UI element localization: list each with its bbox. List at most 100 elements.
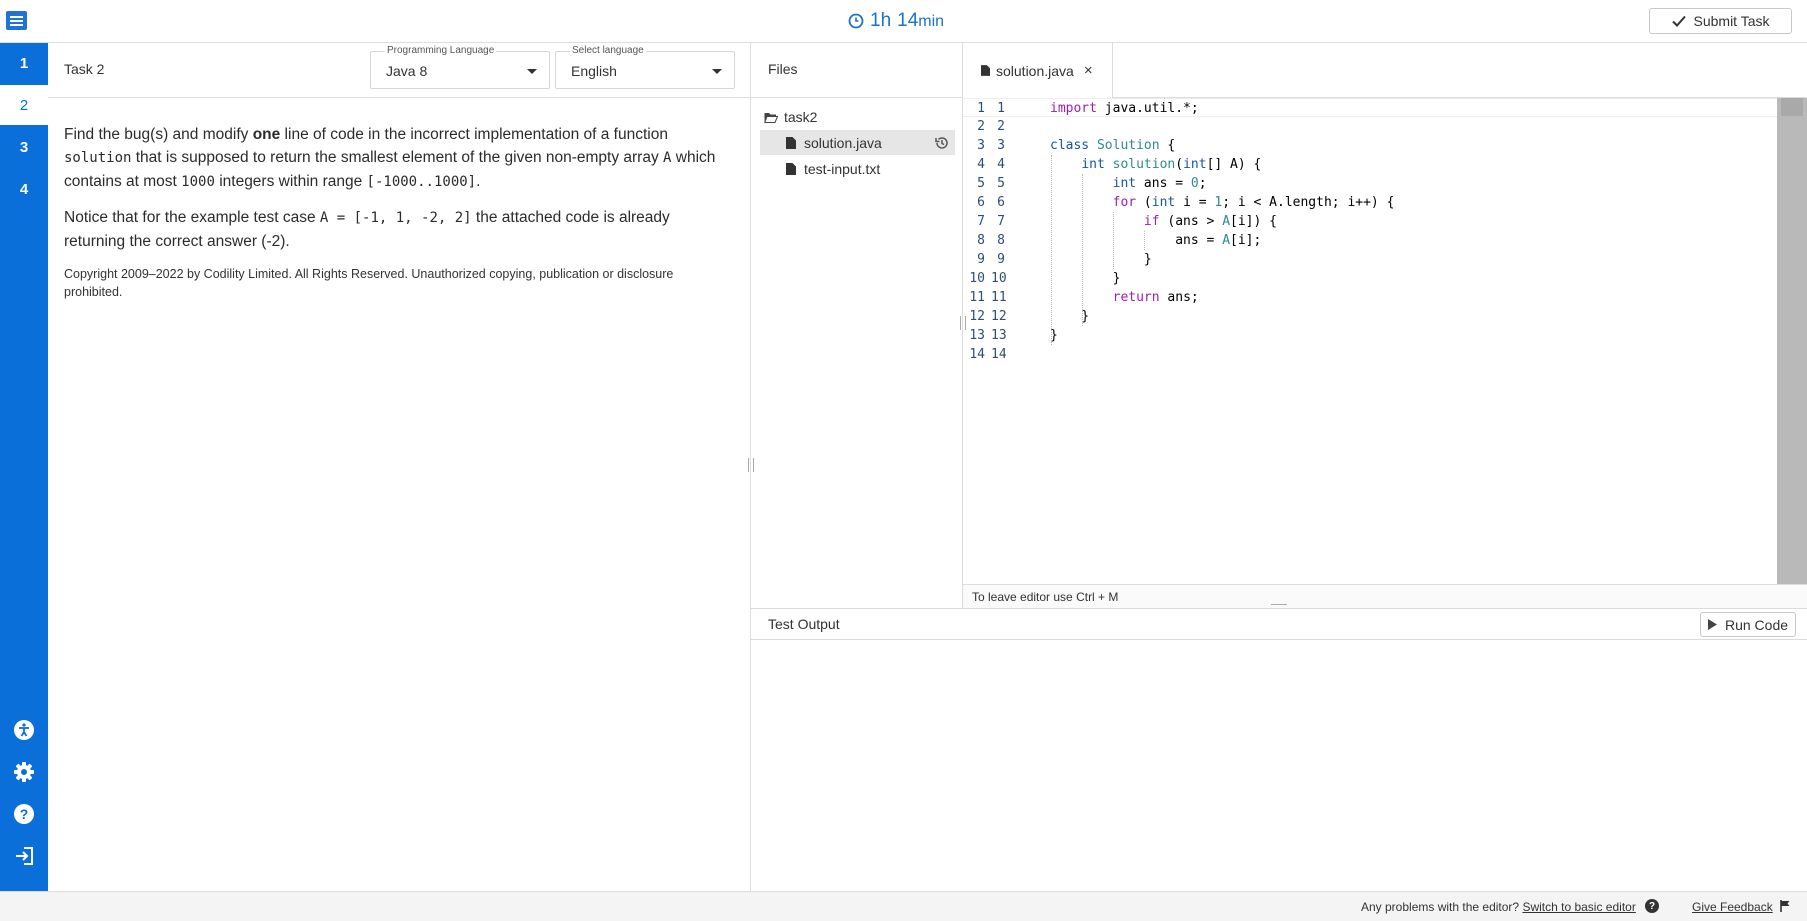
tab-solution-java[interactable]: solution.java ×	[963, 43, 1113, 98]
file-solution-java[interactable]: solution.java	[760, 130, 955, 155]
text: Find the bug(s) and modify	[64, 126, 253, 143]
files-header: Files	[751, 43, 963, 98]
text: that is supposed to return the smallest …	[131, 149, 664, 166]
close-icon[interactable]: ×	[1084, 62, 1093, 79]
logout-icon[interactable]	[12, 844, 36, 868]
select-language-label: Select language	[570, 45, 646, 56]
test-output-header: Test Output Run Code	[751, 609, 1807, 640]
select-language-value: English	[571, 63, 617, 79]
programming-language-select[interactable]: Programming Language Java 8	[370, 45, 550, 89]
code-line: 12 12 }	[969, 309, 1090, 324]
folder-open-icon	[764, 112, 778, 123]
code-line: 22	[977, 119, 1005, 134]
code-line: 77 if (ans > A[i]) {	[977, 214, 1277, 229]
history-icon[interactable]	[934, 135, 950, 151]
code-line: 1 1 import java.util.*;	[963, 98, 1777, 117]
gear-icon[interactable]	[12, 760, 36, 784]
code-line: 55 int ans = 0;	[977, 176, 1207, 191]
indent-guide	[1051, 155, 1052, 345]
files-title: Files	[768, 61, 798, 77]
editor-tab-bar: solution.java ×	[963, 43, 1807, 98]
code-inline: A = [-1, 1, -2, 2]	[319, 210, 472, 226]
file-label: solution.java	[804, 134, 882, 151]
test-output-title: Test Output	[768, 616, 840, 632]
codility-logo-icon	[6, 11, 27, 30]
code-line: 44 int solution(int[] A) {	[977, 157, 1262, 172]
problems-label: Any problems with the editor?	[1361, 900, 1520, 914]
submit-task-button[interactable]: Submit Task	[1649, 8, 1792, 34]
help-icon[interactable]: ?	[1645, 899, 1659, 913]
editor-footer: To leave editor use Ctrl + M	[963, 584, 1807, 608]
language-select[interactable]: Select language English	[555, 45, 735, 89]
code-line: 13 13}	[969, 328, 1058, 343]
flag-icon[interactable]	[1780, 900, 1790, 912]
programming-language-value: Java 8	[386, 63, 428, 79]
timer: 1h 14min	[848, 10, 944, 32]
code-line: 99 }	[977, 252, 1152, 267]
task-header: Task 2 Programming Language Java 8 Selec…	[48, 43, 751, 98]
footer-bar: Any problems with the editor? Switch to …	[0, 891, 1807, 921]
file-icon	[981, 65, 990, 76]
caret-down-icon	[712, 69, 722, 74]
task-paragraph-2: Notice that for the example test case A …	[64, 206, 724, 253]
text: integers within range	[214, 173, 367, 190]
top-bar: 1h 14min Submit Task	[0, 0, 1807, 43]
timer-unit: min	[918, 13, 945, 30]
indent-guide	[1144, 231, 1145, 250]
task-body: Find the bug(s) and modify one line of c…	[64, 123, 724, 301]
submit-task-label: Submit Task	[1693, 13, 1770, 29]
folder-task2[interactable]: task2	[764, 109, 817, 125]
copyright-notice: Copyright 2009–2022 by Codility Limited.…	[64, 267, 674, 299]
text: line of code in the incorrect implementa…	[280, 126, 668, 143]
switch-basic-editor-link[interactable]: Switch to basic editor	[1522, 900, 1635, 914]
file-icon	[786, 162, 796, 175]
code-inline: solution	[64, 150, 132, 166]
timer-minutes: 14	[897, 10, 919, 31]
task-navigation: 1 2 3 4 ?	[0, 43, 48, 891]
test-output-panel: Test Output Run Code	[751, 608, 1807, 891]
give-feedback-link[interactable]: Give Feedback	[1692, 900, 1773, 914]
code-line: 11 11 return ans;	[969, 290, 1199, 305]
code-line: 3 3 class Solution {	[977, 138, 1176, 153]
code-line: 88 ans = A[i];	[977, 233, 1262, 248]
code-editor-panel: solution.java × 1 1 import java.util.*; 22…	[963, 43, 1807, 608]
task-paragraph-1: Find the bug(s) and modify one line of c…	[64, 123, 724, 194]
files-panel: Files task2 solution.java test-input.txt	[751, 43, 963, 608]
editor-hint: To leave editor use Ctrl + M	[972, 590, 1119, 604]
code-line: 66 for (int i = 1; i < A.length; i++) {	[977, 195, 1395, 210]
clock-icon	[848, 13, 864, 29]
scrollbar-thumb[interactable]	[1781, 98, 1803, 116]
svg-text:?: ?	[20, 806, 29, 822]
play-icon	[1707, 619, 1717, 630]
nav-task-3[interactable]: 3	[0, 127, 48, 167]
text: .	[476, 173, 481, 190]
text-bold: one	[252, 126, 281, 143]
run-code-label: Run Code	[1724, 616, 1789, 633]
folder-label: task2	[784, 109, 818, 125]
task-title: Task 2	[64, 61, 105, 77]
file-icon	[786, 136, 796, 149]
run-code-button[interactable]: Run Code	[1700, 612, 1796, 637]
file-label: test-input.txt	[804, 160, 881, 177]
code-line: 14 14	[969, 347, 1007, 362]
nav-task-1[interactable]: 1	[0, 43, 48, 83]
timer-hours: 1h	[870, 10, 892, 31]
file-test-input-txt[interactable]: test-input.txt	[760, 156, 955, 181]
text: Notice that for the example test case	[64, 209, 320, 226]
editor-scrollbar[interactable]	[1777, 98, 1807, 584]
indent-guide	[1113, 212, 1114, 269]
help-icon[interactable]: ?	[12, 802, 36, 826]
nav-task-4[interactable]: 4	[0, 169, 48, 209]
code-inline: [-1000..1000]	[366, 174, 477, 190]
editor-problems-text: Any problems with the editor? Switch to …	[1361, 900, 1636, 914]
code-inline: 1000	[181, 174, 215, 190]
indent-guide	[1082, 174, 1083, 326]
tab-label: solution.java	[996, 62, 1074, 79]
nav-task-2[interactable]: 2	[0, 85, 48, 125]
code-area[interactable]: 1 1 import java.util.*; 22 3 3 class Solutio…	[963, 98, 1777, 584]
task-description-panel: Task 2 Programming Language Java 8 Selec…	[48, 43, 751, 891]
check-icon	[1671, 15, 1686, 27]
accessibility-icon[interactable]	[12, 718, 36, 742]
caret-down-icon	[527, 69, 537, 74]
programming-language-label: Programming Language	[385, 45, 497, 56]
